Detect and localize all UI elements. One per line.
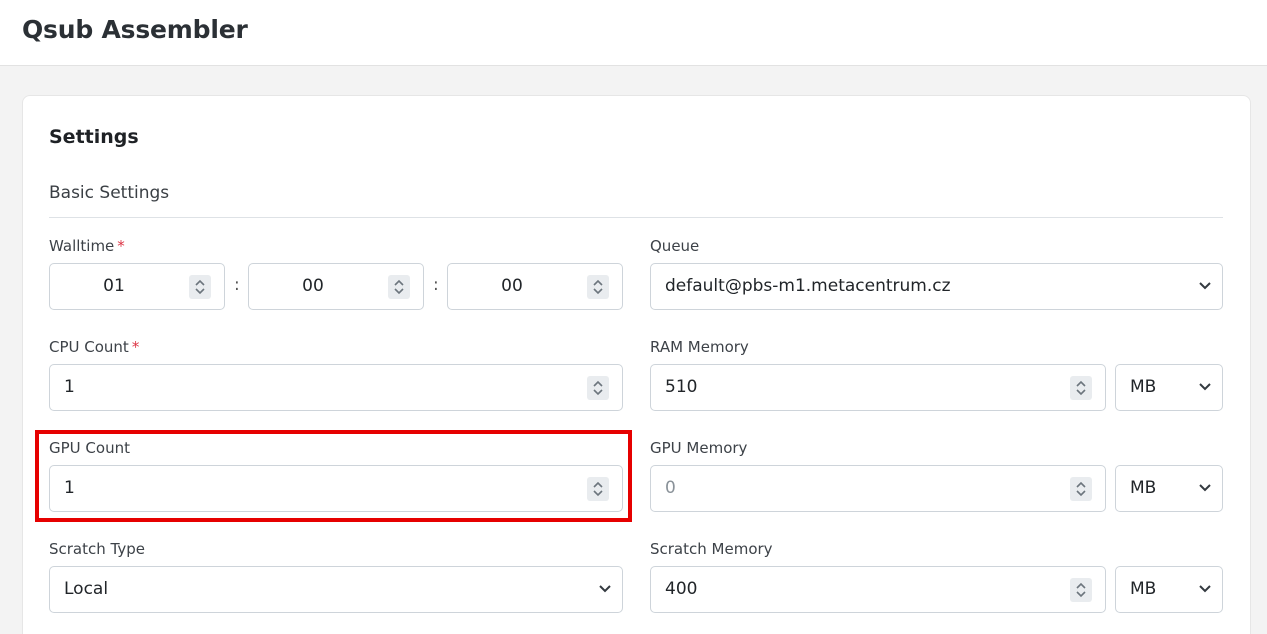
spinner-icon[interactable] bbox=[1070, 376, 1092, 400]
queue-value: default@pbs-m1.metacentrum.cz bbox=[665, 276, 951, 296]
chevron-down-icon bbox=[599, 585, 611, 593]
walltime-label-text: Walltime bbox=[49, 237, 115, 255]
scratch-memory-input[interactable]: 400 bbox=[650, 566, 1106, 613]
scratch-type-select[interactable]: Local bbox=[49, 566, 623, 613]
gpu-memory-label: GPU Memory bbox=[650, 439, 748, 457]
chevron-down-icon bbox=[1199, 484, 1211, 492]
scratch-type-value: Local bbox=[64, 579, 109, 599]
walltime-hours-input[interactable]: 01 bbox=[49, 263, 225, 310]
spinner-icon[interactable] bbox=[1070, 578, 1092, 602]
required-marker: * bbox=[117, 237, 125, 255]
app-title: Qsub Assembler bbox=[22, 15, 248, 44]
walltime-minutes-input[interactable]: 00 bbox=[248, 263, 424, 310]
settings-title: Settings bbox=[49, 126, 139, 148]
gpu-memory-unit-value: MB bbox=[1130, 478, 1157, 498]
highlight-box bbox=[35, 430, 632, 522]
ram-memory-input[interactable]: 510 bbox=[650, 364, 1106, 411]
scratch-memory-unit-select[interactable]: MB bbox=[1115, 566, 1223, 613]
scratch-memory-unit-value: MB bbox=[1130, 579, 1157, 599]
top-bar: Qsub Assembler bbox=[0, 0, 1267, 66]
walltime-minutes-value: 00 bbox=[302, 276, 324, 296]
spinner-icon[interactable] bbox=[587, 376, 609, 400]
scratch-memory-value: 400 bbox=[665, 579, 698, 599]
section-divider bbox=[49, 217, 1223, 218]
spinner-icon[interactable] bbox=[1070, 477, 1092, 501]
required-marker: * bbox=[131, 338, 140, 356]
walltime-label: Walltime * bbox=[49, 237, 125, 255]
walltime-seconds-value: 00 bbox=[501, 276, 523, 296]
spinner-icon[interactable] bbox=[189, 275, 211, 299]
scratch-type-label: Scratch Type bbox=[49, 540, 145, 558]
cpu-count-label-text: CPU Count bbox=[49, 338, 129, 356]
queue-label: Queue bbox=[650, 237, 700, 255]
walltime-seconds-input[interactable]: 00 bbox=[447, 263, 623, 310]
cpu-count-value: 1 bbox=[64, 377, 75, 397]
time-separator: : bbox=[234, 275, 240, 295]
chevron-down-icon bbox=[1199, 383, 1211, 391]
chevron-down-icon bbox=[1199, 585, 1211, 593]
ram-memory-unit-value: MB bbox=[1130, 377, 1157, 397]
gpu-memory-placeholder: 0 bbox=[665, 478, 676, 498]
spinner-icon[interactable] bbox=[388, 275, 410, 299]
time-separator: : bbox=[433, 275, 439, 295]
walltime-hours-value: 01 bbox=[103, 276, 125, 296]
ram-memory-unit-select[interactable]: MB bbox=[1115, 364, 1223, 411]
scratch-memory-label: Scratch Memory bbox=[650, 540, 773, 558]
gpu-memory-unit-select[interactable]: MB bbox=[1115, 465, 1223, 512]
cpu-count-input[interactable]: 1 bbox=[49, 364, 623, 411]
ram-memory-value: 510 bbox=[665, 377, 698, 397]
section-title-basic: Basic Settings bbox=[49, 183, 170, 203]
gpu-memory-input[interactable]: 0 bbox=[650, 465, 1106, 512]
spinner-icon[interactable] bbox=[587, 275, 609, 299]
chevron-down-icon bbox=[1199, 282, 1211, 290]
ram-memory-label: RAM Memory bbox=[650, 338, 749, 356]
queue-select[interactable]: default@pbs-m1.metacentrum.cz bbox=[650, 263, 1223, 310]
cpu-count-label: CPU Count * bbox=[49, 338, 139, 356]
